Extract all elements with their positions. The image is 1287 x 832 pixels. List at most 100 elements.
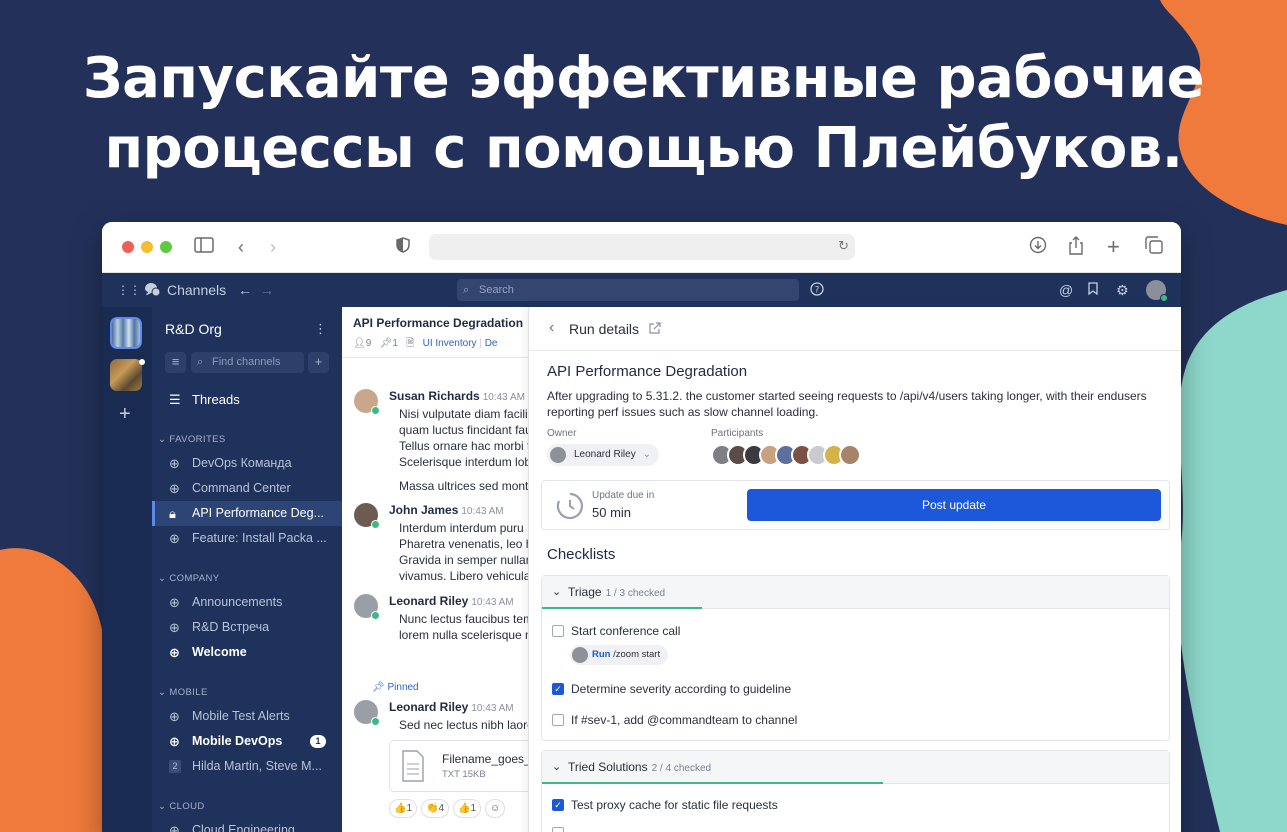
checklist-item[interactable]: ✓ Determine severity according to guideli… xyxy=(552,682,791,696)
zoom-window-button[interactable] xyxy=(160,241,172,253)
members-icon[interactable]: 👤︎ xyxy=(353,338,366,349)
pin-icon[interactable]: 📌︎ xyxy=(380,338,393,349)
section-header-company[interactable]: ⌄ COMPANY xyxy=(158,573,220,584)
owner-selector[interactable]: Leonard Riley ⌄ xyxy=(547,444,659,466)
checkbox-checked[interactable]: ✓ xyxy=(552,683,564,695)
history-back-icon[interactable]: ← xyxy=(238,282,252,298)
global-search-input[interactable]: ⌕ Search xyxy=(457,279,799,301)
checklist-item[interactable]: If #sev-1, add @commandteam to channel xyxy=(552,713,797,727)
saved-items-icon[interactable] xyxy=(1088,282,1098,298)
files-icon[interactable]: 🗎︎ xyxy=(406,338,414,349)
find-channels-placeholder: Find channels xyxy=(212,356,281,368)
online-status-icon xyxy=(371,406,380,415)
headline-line-2: процессы с помощью Плейбуков. xyxy=(104,116,1183,181)
settings-gear-icon[interactable]: ⚙ xyxy=(1116,282,1129,299)
find-channels-input[interactable]: ⌕ Find channels xyxy=(191,352,304,373)
checkbox-checked[interactable]: ✓ xyxy=(552,799,564,811)
forward-arrow-icon[interactable]: › xyxy=(270,236,276,258)
chevron-down-icon: ⌄ xyxy=(642,449,651,460)
privacy-shield-icon[interactable] xyxy=(396,236,410,258)
online-status-icon xyxy=(371,717,380,726)
section-header-cloud[interactable]: ⌄ CLOUD xyxy=(158,801,205,812)
run-command-button[interactable]: Run xyxy=(592,649,610,660)
update-due-box: Update due in 50 min Post update xyxy=(541,480,1170,530)
sidebar-item-group-dm[interactable]: 2 Hilda Martin, Steve M... xyxy=(152,754,342,779)
external-link-icon[interactable] xyxy=(649,321,661,339)
sidebar-item-mobile-test-alerts[interactable]: ⊕ Mobile Test Alerts xyxy=(152,704,342,729)
participant-avatar[interactable] xyxy=(839,444,861,466)
mentions-icon[interactable]: @ xyxy=(1059,282,1073,298)
post-author[interactable]: Leonard Riley 10:43 AM xyxy=(389,700,514,714)
back-icon[interactable]: ‹ xyxy=(549,319,554,337)
team-name[interactable]: R&D Org xyxy=(165,321,222,337)
close-window-button[interactable] xyxy=(122,241,134,253)
help-icon[interactable]: ? xyxy=(810,282,824,299)
back-arrow-icon[interactable]: ‹ xyxy=(238,236,244,258)
team-menu-icon[interactable]: ⋮ xyxy=(314,321,327,337)
header-link-ui-inventory[interactable]: UI Inventory xyxy=(423,338,477,349)
sidebar-item-threads[interactable]: ☰ Threads xyxy=(152,387,342,412)
browser-window: ‹ › ↻ + ⋮⋮⋮ Channels ← → ⌕ Search ? @ ⚙ … xyxy=(102,222,1181,832)
add-channel-button[interactable]: + xyxy=(308,352,329,373)
section-header-mobile[interactable]: ⌄ MOBILE xyxy=(158,687,208,698)
online-status-icon xyxy=(371,611,380,620)
sidebar-item-cloud-engineering[interactable]: ⊕ Cloud Engineering xyxy=(152,818,342,832)
channel-title[interactable]: API Performance Degradation ⌄ xyxy=(353,316,528,330)
checklist-tried-solutions: ⌄ Tried Solutions 2 / 4 checked ✓ Test pro… xyxy=(541,750,1170,832)
globe-icon: ⊕ xyxy=(169,823,180,832)
team-icon-second[interactable] xyxy=(110,359,142,391)
share-icon[interactable] xyxy=(1068,236,1084,261)
sidebar-item-command-center[interactable]: ⊕ Command Center xyxy=(152,476,342,501)
post-time: 10:43 AM xyxy=(482,392,525,403)
globe-icon: ⊕ xyxy=(169,709,180,724)
minimize-window-button[interactable] xyxy=(141,241,153,253)
pinned-count[interactable]: 1 xyxy=(392,338,398,349)
user-avatar[interactable] xyxy=(1146,280,1168,302)
header-link-second[interactable]: De xyxy=(485,338,498,349)
download-icon[interactable] xyxy=(1029,236,1047,259)
update-due-label: Update due in xyxy=(592,490,655,501)
reload-icon[interactable]: ↻ xyxy=(838,238,849,254)
filter-icon[interactable]: ≡ xyxy=(165,352,186,373)
post-author[interactable]: Leonard Riley 10:43 AM xyxy=(389,594,514,608)
section-header-favorites[interactable]: ⌄ FAVORITES xyxy=(158,434,226,445)
sidebar-item-rd-meeting[interactable]: ⊕ R&D Встреча xyxy=(152,615,342,640)
history-forward-icon[interactable]: → xyxy=(260,282,274,298)
file-attachment[interactable]: Filename_goes_t TXT 15KB xyxy=(389,740,528,792)
checklist-header[interactable]: ⌄ Triage 1 / 3 checked xyxy=(542,576,1169,609)
product-name[interactable]: Channels xyxy=(167,282,226,298)
sidebar-toggle-icon[interactable] xyxy=(194,236,214,258)
pinned-indicator: 📌︎ Pinned xyxy=(372,682,419,693)
checklist-item[interactable]: ✓ Test proxy cache for static file reques… xyxy=(552,798,778,812)
team-icon-rd-org[interactable] xyxy=(110,317,142,349)
reaction-thumbs-up[interactable]: 👍1 xyxy=(389,799,418,818)
post-author[interactable]: Susan Richards 10:43 AM xyxy=(389,389,525,403)
checklist-item[interactable]: Start conference call xyxy=(552,624,680,638)
add-reaction-icon[interactable]: ☺ xyxy=(485,799,506,818)
sidebar-item-announcements[interactable]: ⊕ Announcements xyxy=(152,590,342,615)
post-update-button[interactable]: Post update xyxy=(747,489,1161,521)
checklist-header[interactable]: ⌄ Tried Solutions 2 / 4 checked xyxy=(542,751,1169,784)
post-author[interactable]: John James 10:43 AM xyxy=(389,503,504,517)
channel-header-meta: 👤︎9 📌︎1 🗎︎ UI Inventory | De xyxy=(353,338,498,349)
run-title: API Performance Degradation xyxy=(547,363,748,380)
checkbox[interactable] xyxy=(552,827,564,832)
sidebar-item-mobile-devops[interactable]: ⊕ Mobile DevOps 1 xyxy=(152,729,342,754)
tabs-overview-icon[interactable] xyxy=(1145,236,1163,259)
sidebar-item-welcome[interactable]: ⊕ Welcome xyxy=(152,640,342,665)
sidebar-item-feature-install[interactable]: ⊕ Feature: Install Packa ... xyxy=(152,526,342,551)
new-tab-icon[interactable]: + xyxy=(1107,236,1120,258)
slash-command-chip[interactable]: Run /zoom start xyxy=(570,645,669,665)
sidebar-item-api-performance[interactable]: 🔒︎ API Performance Deg... xyxy=(152,501,342,526)
sidebar-item-devops[interactable]: ⊕ DevOps Команда xyxy=(152,451,342,476)
add-team-icon[interactable]: + xyxy=(119,403,131,426)
file-meta: TXT 15KB xyxy=(442,769,486,780)
avatar xyxy=(550,447,566,463)
address-bar[interactable]: ↻ xyxy=(429,234,855,260)
reaction-thumbs-up-2[interactable]: 👍1 xyxy=(453,799,482,818)
member-count[interactable]: 9 xyxy=(366,338,372,349)
reaction-clap[interactable]: 👏4 xyxy=(421,799,450,818)
checkbox[interactable] xyxy=(552,714,564,726)
checkbox[interactable] xyxy=(552,625,564,637)
globe-icon: ⊕ xyxy=(169,456,180,471)
